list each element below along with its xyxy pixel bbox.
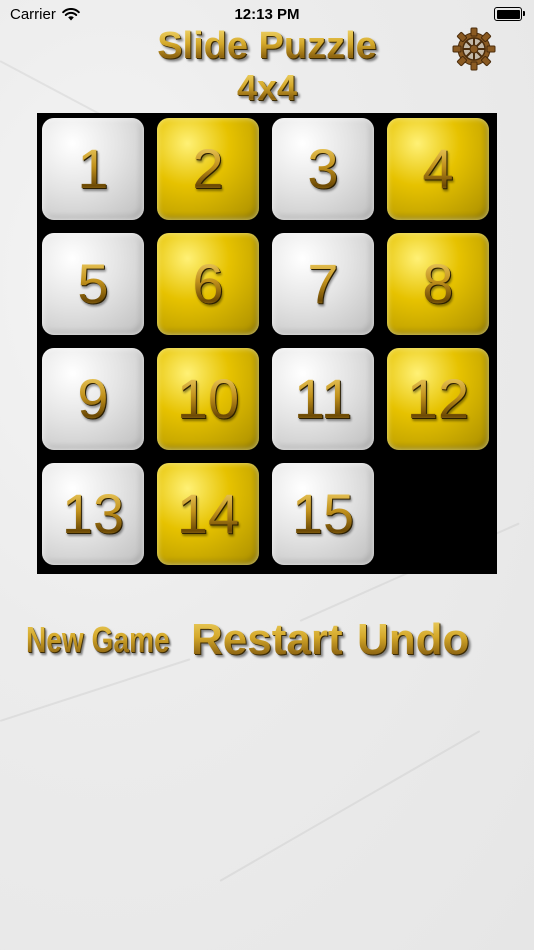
tile-number: 6 [192,252,224,315]
puzzle-tile[interactable]: 6 [157,233,259,335]
puzzle-tile[interactable]: 5 [42,233,144,335]
puzzle-tile[interactable]: 10 [157,348,259,450]
empty-slot[interactable] [387,463,489,565]
puzzle-board: 1 2 3 4 5 6 7 8 9 10 11 12 13 14 15 [37,113,497,574]
puzzle-tile[interactable]: 11 [272,348,374,450]
settings-button[interactable] [452,27,496,71]
puzzle-tile[interactable]: 15 [272,463,374,565]
puzzle-tile[interactable]: 1 [42,118,144,220]
new-game-button[interactable]: New Game [26,610,170,670]
gear-icon [452,27,496,71]
tile-number: 7 [307,252,339,315]
puzzle-tile[interactable]: 3 [272,118,374,220]
puzzle-tile[interactable]: 8 [387,233,489,335]
tile-number: 2 [192,137,224,200]
tile-number: 15 [291,482,355,545]
puzzle-tile[interactable]: 9 [42,348,144,450]
tile-number: 1 [77,137,109,200]
undo-button[interactable]: Undo [357,610,469,670]
puzzle-tile[interactable]: 13 [42,463,144,565]
puzzle-tile[interactable]: 7 [272,233,374,335]
status-time: 12:13 PM [234,6,300,23]
puzzle-size-label: 4x4 [0,68,534,108]
tile-number: 5 [77,252,109,315]
tile-number: 9 [77,367,109,430]
restart-button[interactable]: Restart [191,610,343,670]
puzzle-tile[interactable]: 2 [157,118,259,220]
puzzle-tile[interactable]: 14 [157,463,259,565]
tile-number: 12 [406,367,470,430]
tile-number: 3 [307,137,339,200]
tile-number: 4 [422,137,454,200]
puzzle-tile[interactable]: 12 [387,348,489,450]
battery-icon [494,7,525,21]
tile-number: 8 [422,252,454,315]
puzzle-tile[interactable]: 4 [387,118,489,220]
tile-number: 13 [61,482,125,545]
tile-number: 11 [293,367,353,430]
tile-number: 14 [176,482,240,545]
game-controls: New Game Restart Undo [0,610,534,670]
marble-vein [219,730,481,882]
tile-number: 10 [176,367,240,430]
